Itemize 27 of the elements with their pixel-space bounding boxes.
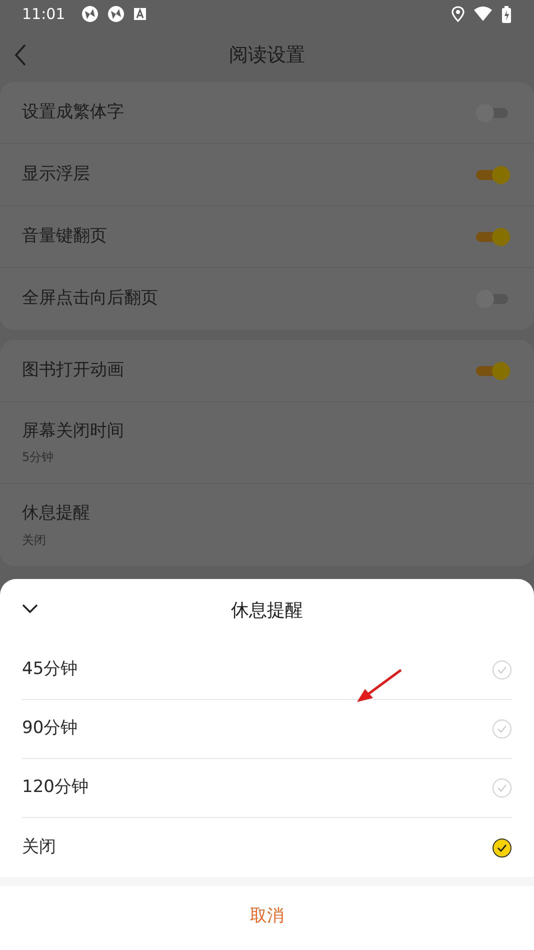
toggle-switch[interactable] — [474, 226, 512, 248]
setting-label: 图书打开动画 — [22, 358, 124, 382]
setting-value: 5分钟 — [22, 449, 55, 466]
toggle-switch[interactable] — [474, 164, 512, 186]
sheet-title: 休息提醒 — [231, 598, 303, 622]
setting-label: 全屏点击向后翻页 — [22, 287, 158, 310]
app-notification-icon — [133, 7, 148, 21]
setting-label: 屏幕关闭时间 — [22, 420, 124, 443]
app-notification-icon — [81, 5, 100, 23]
location-icon — [451, 6, 465, 22]
page-title: 阅读设置 — [229, 42, 305, 68]
setting-value: 关闭 — [22, 532, 47, 549]
setting-label: 显示浮层 — [22, 162, 90, 186]
setting-label: 音量键翻页 — [22, 224, 107, 248]
setting-label: 设置成繁体字 — [22, 100, 124, 124]
setting-label: 休息提醒 — [22, 502, 90, 526]
toggle-switch[interactable] — [474, 360, 512, 382]
chevron-down-icon[interactable] — [22, 603, 38, 614]
app-notification-icon — [107, 5, 126, 23]
option-item[interactable]: 90分钟 — [22, 700, 512, 759]
option-item[interactable]: 120分钟 — [22, 759, 512, 818]
annotation-arrow — [357, 669, 402, 702]
option-item[interactable]: 关闭 — [22, 818, 512, 877]
status-time: 11:01 — [22, 4, 66, 25]
back-icon[interactable] — [14, 43, 28, 67]
wifi-icon — [473, 6, 493, 22]
battery-icon — [501, 6, 512, 22]
